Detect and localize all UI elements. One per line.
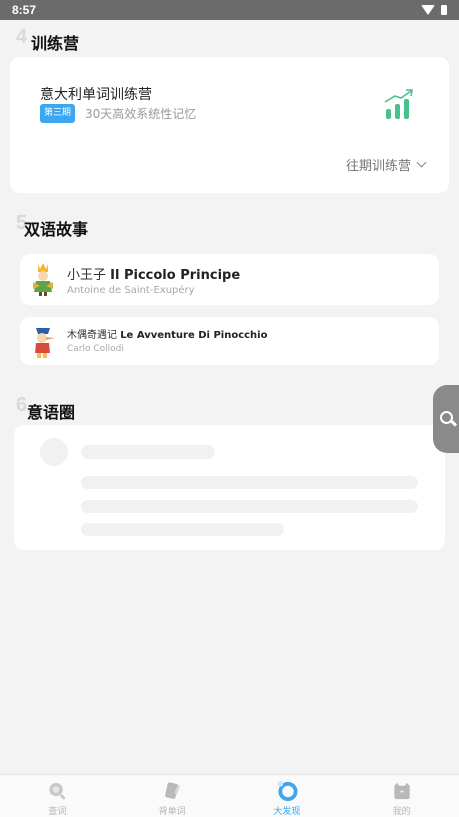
section-number-camp: 4 — [16, 26, 28, 48]
skeleton-line — [81, 476, 418, 489]
tab-label: 我的 — [392, 807, 411, 817]
chevron-down-icon — [416, 157, 427, 168]
tab-label: 背单词 — [158, 807, 186, 817]
pinocchio-illustration — [35, 328, 55, 358]
story-card[interactable]: 小王子 Il Piccolo Principe Antoine de Saint… — [20, 254, 439, 305]
section-title-camp: 训练营 — [31, 34, 80, 53]
camp-title: 意大利单词训练营 — [40, 87, 152, 103]
growth-chart-icon — [384, 89, 413, 119]
cards-icon — [165, 782, 180, 799]
skeleton-line — [81, 445, 215, 459]
tab-label: 大发现 — [273, 807, 301, 817]
camp-subtitle: 30天高效系统性记忆 — [85, 107, 197, 121]
discover-icon — [277, 780, 298, 801]
story-title-it: Il Piccolo Principe — [110, 268, 241, 283]
tab-memorize[interactable]: 背单词 — [115, 775, 230, 817]
training-camp-card[interactable]: 意大利单词训练营 第三期 30天高效系统性记忆 往期训练营 — [10, 57, 449, 193]
section-title-stories: 双语故事 — [24, 220, 89, 239]
story-title-it: Le Avventure Di Pinocchio — [120, 330, 268, 341]
status-icons — [421, 5, 447, 15]
past-camps-link[interactable]: 往期训练营 — [345, 155, 427, 174]
bottom-tab-bar: 查词 背单词 大发现 我的 — [0, 774, 459, 817]
story-card[interactable]: 木偶奇遇记 Le Avventure Di Pinocchio Carlo Co… — [20, 317, 439, 365]
story-title: 木偶奇遇记 Le Avventure Di Pinocchio — [67, 326, 267, 341]
story-author: Antoine de Saint-Exupéry — [67, 285, 195, 296]
tab-lookup[interactable]: 查词 — [0, 775, 115, 817]
section-number-circle: 6 — [16, 394, 28, 416]
camp-badge: 第三期 — [40, 104, 76, 123]
status-time: 8:57 — [12, 3, 37, 17]
search-icon-handle — [450, 420, 458, 427]
skeleton-avatar — [40, 438, 68, 466]
wifi-icon — [421, 5, 435, 15]
tab-discover[interactable]: 大发现 — [230, 775, 345, 817]
circle-loading-card — [14, 425, 445, 550]
profile-icon — [393, 782, 410, 800]
tab-profile[interactable]: 我的 — [344, 775, 459, 817]
battery-icon — [441, 5, 447, 15]
story-title: 小王子 Il Piccolo Principe — [67, 264, 240, 283]
story-title-cn: 小王子 — [67, 268, 107, 283]
story-title-cn: 木偶奇遇记 — [67, 330, 117, 341]
past-camps-label: 往期训练营 — [345, 159, 411, 174]
search-icon — [49, 782, 66, 800]
little-prince-illustration — [33, 263, 53, 296]
story-author: Carlo Collodi — [67, 344, 124, 354]
skeleton-line — [81, 523, 284, 536]
tab-label: 查词 — [48, 807, 67, 817]
section-title-circle: 意语圈 — [27, 403, 76, 422]
floating-search-button[interactable] — [433, 385, 459, 453]
status-bar: 8:57 — [0, 0, 459, 20]
skeleton-line — [81, 500, 418, 513]
